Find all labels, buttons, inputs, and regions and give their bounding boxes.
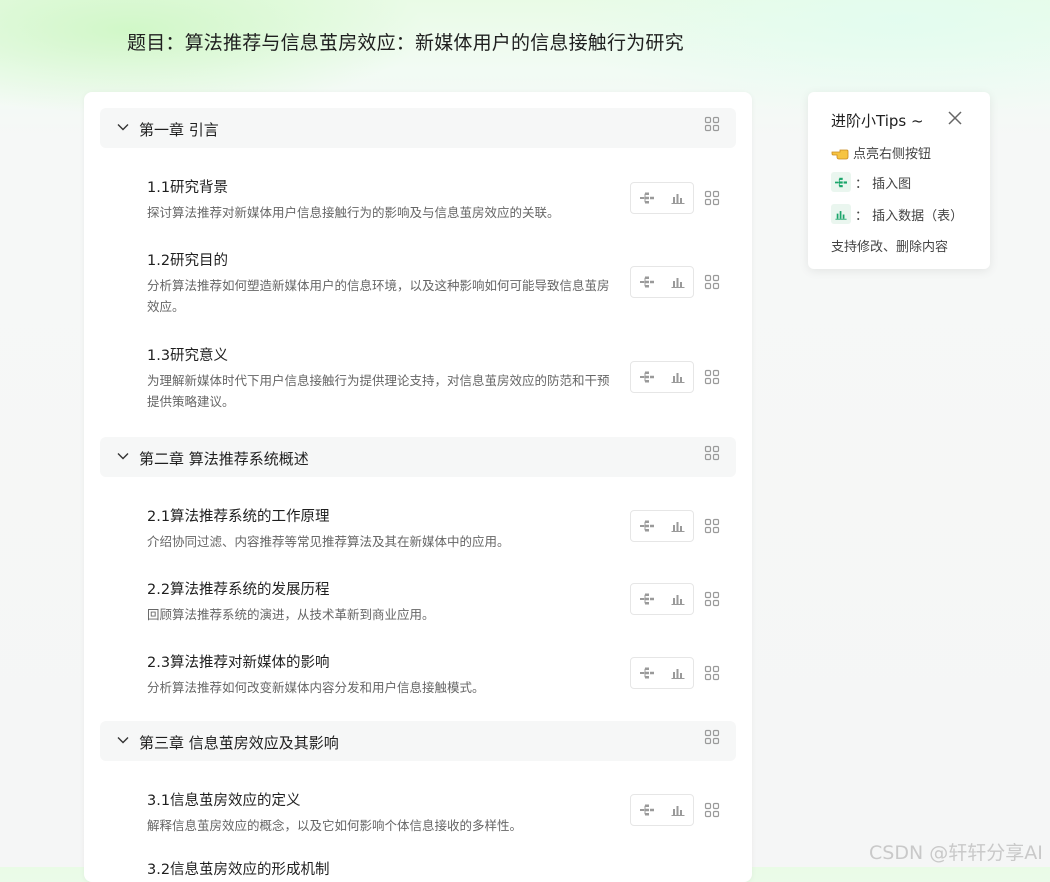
mindmap-icon xyxy=(639,593,654,605)
outline-card: 第一章 引言 1.1研究背景 探讨算法推荐对新媒体用户信息接触行为的影响及与信息… xyxy=(84,92,752,882)
insert-data-button[interactable] xyxy=(662,362,693,392)
section-title[interactable]: 2.1算法推荐系统的工作原理 xyxy=(147,505,330,526)
insert-data-button[interactable] xyxy=(662,183,693,213)
mindmap-icon xyxy=(639,667,654,679)
section-tools xyxy=(630,583,694,615)
bar-chart-icon xyxy=(671,522,684,532)
section-desc[interactable]: 分析算法推荐如何塑造新媒体用户的信息环境，以及这种影响如何可能导致信息茧房效应。 xyxy=(147,275,617,317)
tips-figure-row: ： 插入图 xyxy=(831,172,911,192)
drag-grid-icon[interactable] xyxy=(704,116,720,132)
section-desc[interactable]: 为理解新媒体时代下用户信息接触行为提供理论支持，对信息茧房效应的防范和干预提供策… xyxy=(147,370,617,412)
section-title[interactable]: 3.2信息茧房效应的形成机制 xyxy=(147,858,330,879)
section-desc[interactable]: 回顾算法推荐系统的演进，从技术革新到商业应用。 xyxy=(147,604,617,625)
section-tools xyxy=(630,794,694,826)
insert-figure-button[interactable] xyxy=(631,658,662,688)
insert-figure-button[interactable] xyxy=(631,183,662,213)
page-title: 题目：算法推荐与信息茧房效应：新媒体用户的信息接触行为研究 xyxy=(127,32,684,54)
drag-grid-icon[interactable] xyxy=(704,369,720,385)
insert-data-button[interactable] xyxy=(662,511,693,541)
drag-grid-icon[interactable] xyxy=(704,518,720,534)
bar-chart-icon xyxy=(671,194,684,204)
chapter-header[interactable]: 第一章 引言 xyxy=(100,108,736,148)
chapter-title: 第三章 信息茧房效应及其影响 xyxy=(139,734,339,752)
insert-figure-button[interactable] xyxy=(631,511,662,541)
tips-panel: 进阶小Tips ~ 点亮右侧按钮 ： 插入图 ： 插入数据（表） 支持修改、删除… xyxy=(808,92,990,269)
mindmap-icon xyxy=(639,192,654,204)
bar-chart-icon xyxy=(671,669,684,679)
mindmap-icon xyxy=(639,276,654,288)
chapter-header[interactable]: 第三章 信息茧房效应及其影响 xyxy=(100,721,736,761)
chevron-down-icon[interactable] xyxy=(116,120,130,134)
chapter-title: 第一章 引言 xyxy=(139,121,219,139)
bar-chart-icon xyxy=(671,373,684,383)
tips-hint-row: 点亮右侧按钮 xyxy=(831,143,931,162)
tips-insert-figure: ： 插入图 xyxy=(855,176,912,192)
bar-chart-icon xyxy=(671,806,684,816)
section-tools xyxy=(630,182,694,214)
close-icon[interactable] xyxy=(947,110,963,126)
insert-figure-button[interactable] xyxy=(631,795,662,825)
section-tools xyxy=(630,510,694,542)
tips-note: 支持修改、删除内容 xyxy=(831,240,949,255)
mindmap-icon xyxy=(831,172,851,192)
section-title[interactable]: 1.3研究意义 xyxy=(147,344,228,365)
section-tools xyxy=(630,361,694,393)
tips-insert-data: ： 插入数据（表） xyxy=(855,208,964,224)
drag-grid-icon[interactable] xyxy=(704,445,720,461)
section-tools xyxy=(630,657,694,689)
section-title[interactable]: 2.3算法推荐对新媒体的影响 xyxy=(147,651,330,672)
chevron-down-icon[interactable] xyxy=(116,449,130,463)
drag-grid-icon[interactable] xyxy=(704,802,720,818)
section-tools xyxy=(630,266,694,298)
tips-title: 进阶小Tips ~ xyxy=(831,112,924,130)
chapter-header[interactable]: 第二章 算法推荐系统概述 xyxy=(100,437,736,477)
section-desc[interactable]: 分析算法推荐如何改变新媒体内容分发和用户信息接触模式。 xyxy=(147,677,617,698)
insert-data-button[interactable] xyxy=(662,795,693,825)
insert-figure-button[interactable] xyxy=(631,584,662,614)
insert-data-button[interactable] xyxy=(662,267,693,297)
watermark: CSDN @轩轩分享AI xyxy=(869,842,1043,864)
section-desc[interactable]: 探讨算法推荐对新媒体用户信息接触行为的影响及与信息茧房效应的关联。 xyxy=(147,202,617,223)
drag-grid-icon[interactable] xyxy=(704,729,720,745)
mindmap-icon xyxy=(639,804,654,816)
section-title[interactable]: 2.2算法推荐系统的发展历程 xyxy=(147,578,330,599)
insert-data-button[interactable] xyxy=(662,584,693,614)
drag-grid-icon[interactable] xyxy=(704,665,720,681)
section-desc[interactable]: 介绍协同过滤、内容推荐等常见推荐算法及其在新媒体中的应用。 xyxy=(147,531,617,552)
section-title[interactable]: 3.1信息茧房效应的定义 xyxy=(147,789,301,810)
bar-chart-icon xyxy=(671,278,684,288)
chapter-title: 第二章 算法推荐系统概述 xyxy=(139,450,309,468)
section-title[interactable]: 1.2研究目的 xyxy=(147,249,228,270)
mindmap-icon xyxy=(639,371,654,383)
section-desc[interactable]: 解释信息茧房效应的概念，以及它如何影响个体信息接收的多样性。 xyxy=(147,815,617,836)
bar-chart-icon xyxy=(671,595,684,605)
section-title[interactable]: 1.1研究背景 xyxy=(147,176,228,197)
bar-chart-icon xyxy=(831,204,851,224)
insert-data-button[interactable] xyxy=(662,658,693,688)
chevron-down-icon[interactable] xyxy=(116,733,130,747)
tips-hint: 点亮右侧按钮 xyxy=(853,147,932,162)
drag-grid-icon[interactable] xyxy=(704,190,720,206)
insert-figure-button[interactable] xyxy=(631,267,662,297)
drag-grid-icon[interactable] xyxy=(704,274,720,290)
mindmap-icon xyxy=(639,520,654,532)
insert-figure-button[interactable] xyxy=(631,362,662,392)
tips-data-row: ： 插入数据（表） xyxy=(831,204,963,224)
pointing-hand-icon xyxy=(831,145,849,161)
drag-grid-icon[interactable] xyxy=(704,591,720,607)
